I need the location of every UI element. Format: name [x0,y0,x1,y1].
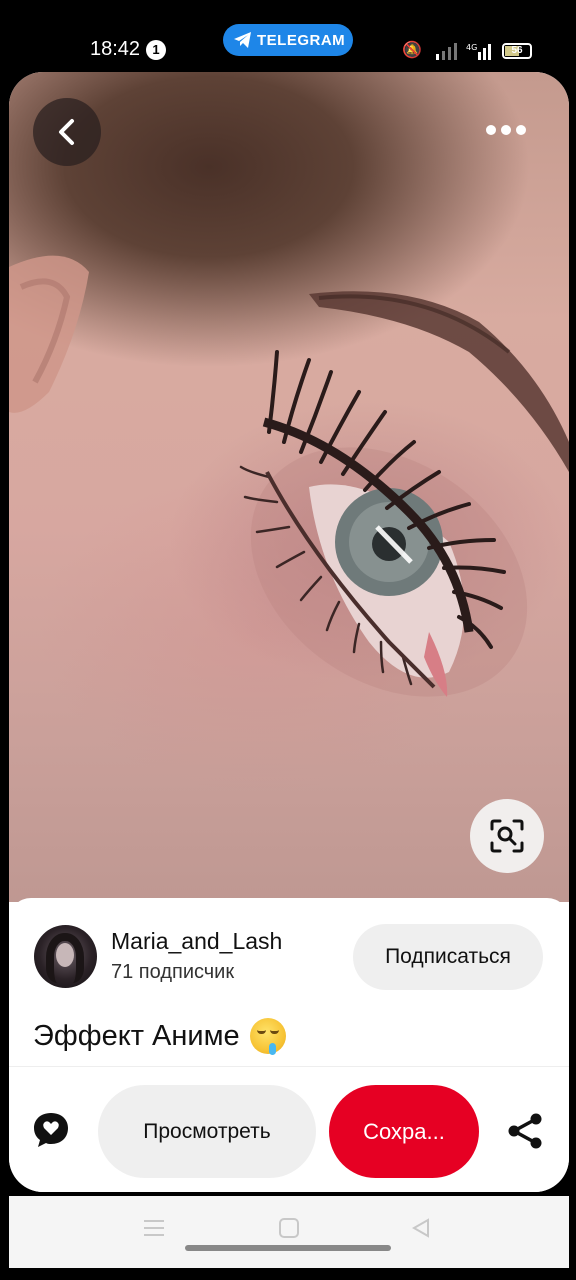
svg-text:4G: 4G [466,43,477,52]
back-triangle-icon[interactable] [411,1218,431,1238]
pin-title-text: Эффект Аниме [33,1019,240,1052]
chevron-left-icon [59,119,74,145]
avatar[interactable] [34,925,97,988]
signal-4g-icon: 4G [466,43,491,60]
signal-icon [436,43,457,60]
pin-image[interactable] [9,72,569,902]
status-time: 18:42 [90,38,141,60]
telegram-call-pill[interactable]: TELEGRAM [223,24,353,56]
status-bar: 18:42 1 TELEGRAM 🔕 4G 56 [0,0,576,80]
eye-closeup-illustration [9,255,569,697]
follow-button[interactable]: Подписаться [353,924,543,990]
pin-info-panel: Maria_and_Lash 71 подписчик Подписаться … [9,898,569,1192]
more-horizontal-icon [486,125,526,135]
menu-icon[interactable] [143,1218,165,1238]
more-options-button[interactable] [477,106,537,156]
battery-level: 56 [511,45,523,56]
battery-icon: 56 [502,43,532,59]
telegram-label: TELEGRAM [257,32,346,49]
follower-count: 71 подписчик [111,961,235,983]
pin-card: Maria_and_Lash 71 подписчик Подписаться … [9,72,569,1192]
save-button[interactable]: Сохра... [329,1085,479,1178]
home-icon[interactable] [279,1218,299,1238]
visual-search-icon [490,819,524,853]
home-indicator[interactable] [185,1245,391,1251]
share-icon[interactable] [505,1111,545,1151]
divider [9,1066,569,1067]
visual-search-button[interactable] [470,799,544,873]
system-nav-bar [9,1196,569,1268]
comment-icon[interactable] [31,1110,71,1150]
view-button[interactable]: Просмотреть [98,1085,316,1178]
drooling-face-emoji [249,1018,286,1055]
mute-icon: 🔕 [402,42,422,59]
status-icons: 🔕 4G 56 [402,40,542,62]
pin-title: Эффект Аниме [33,1018,286,1055]
telegram-icon [234,32,251,48]
notification-count-badge: 1 [146,40,166,60]
back-button[interactable] [33,98,101,166]
author-name[interactable]: Maria_and_Lash [111,928,282,955]
